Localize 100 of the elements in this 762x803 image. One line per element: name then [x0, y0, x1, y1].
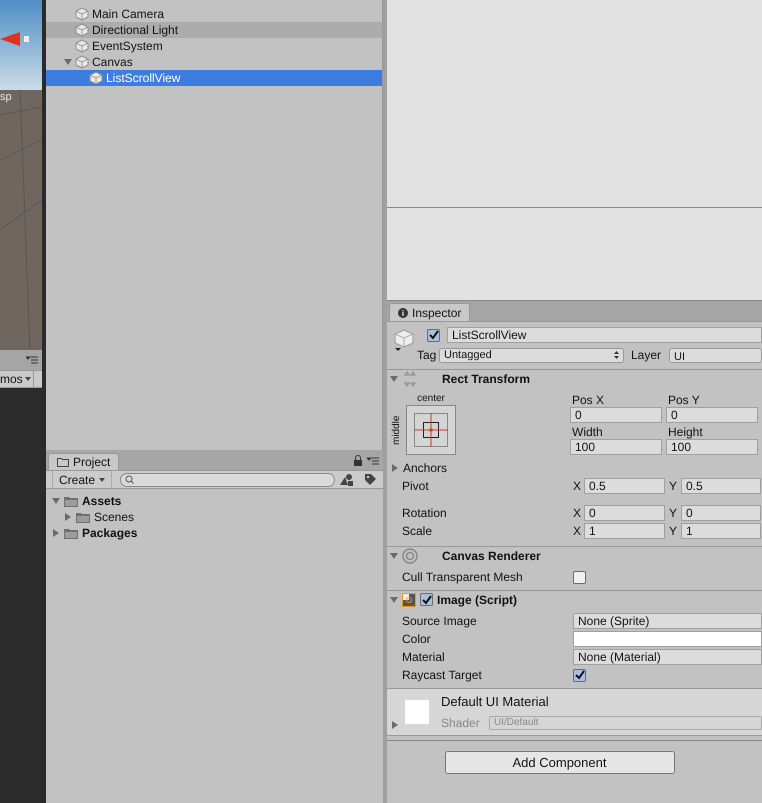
number-field[interactable]: 0: [681, 505, 761, 521]
field-label: Height: [667, 424, 704, 439]
lock-icon[interactable]: [353, 455, 363, 466]
number-field[interactable]: 0.5: [681, 478, 761, 494]
tag-dropdown[interactable]: Untagged: [439, 348, 624, 362]
property-label: Raycast Target: [402, 667, 483, 684]
color-field[interactable]: [573, 631, 762, 647]
property-label: Scale: [402, 523, 434, 540]
property-label: Material: [402, 649, 446, 666]
axis-label: X: [573, 523, 582, 540]
cube-icon: [393, 328, 415, 352]
checkbox[interactable]: [573, 570, 586, 584]
number-field[interactable]: 0: [570, 407, 662, 423]
hierarchy-item[interactable]: Main Camera: [46, 6, 382, 22]
hierarchy-item[interactable]: ListScrollView: [46, 70, 382, 86]
property-label: Source Image: [402, 613, 478, 630]
axis-label: Y: [669, 478, 678, 495]
checkbox[interactable]: [420, 593, 433, 606]
anchor-vertical-label: middle: [390, 414, 403, 447]
number-field[interactable]: 0: [666, 407, 758, 423]
expanded-arrow-icon[interactable]: [390, 596, 398, 604]
number-field[interactable]: 1: [681, 523, 761, 539]
component-title: Rect Transform: [442, 370, 530, 388]
caret-icon: [24, 377, 31, 381]
axis-label: Y: [669, 505, 678, 522]
tag-label: Tag: [417, 347, 438, 364]
up-down-arrows-icon: [614, 351, 619, 359]
property-label: Color: [402, 631, 432, 648]
number-field[interactable]: 1: [584, 523, 665, 539]
cube-icon: [75, 23, 89, 37]
expanded-arrow-icon[interactable]: [390, 552, 398, 560]
collapsed-arrow-icon[interactable]: [52, 529, 60, 537]
tag-icon[interactable]: [364, 473, 377, 486]
folder-label[interactable]: Assets: [82, 492, 122, 510]
target-icon: [402, 548, 418, 564]
number-field[interactable]: 100: [666, 439, 758, 455]
create-button[interactable]: Create: [52, 471, 112, 488]
layer-dropdown[interactable]: UI: [669, 348, 762, 362]
scene-label: sp: [0, 91, 12, 103]
checkbox[interactable]: [573, 668, 586, 682]
component-header[interactable]: Rect Transform: [387, 369, 762, 387]
checkbox[interactable]: [427, 328, 440, 342]
expanded-arrow-icon[interactable]: [390, 374, 398, 382]
hierarchy-item[interactable]: EventSystem: [46, 38, 382, 54]
component-header[interactable]: Canvas Renderer: [387, 546, 762, 564]
menu-icon[interactable]: [26, 356, 38, 364]
cube-icon: [89, 71, 103, 85]
axis-label: X: [573, 505, 582, 522]
number-field[interactable]: 100: [570, 439, 662, 455]
menu-icon[interactable]: [367, 457, 379, 465]
cube-icon: [75, 55, 89, 69]
collapsed-arrow-icon[interactable]: [391, 464, 399, 472]
property-label: Pivot: [402, 478, 430, 495]
folder-label[interactable]: Scenes: [94, 508, 134, 526]
filter-type-icon[interactable]: [340, 474, 354, 486]
axis-label: Y: [669, 523, 678, 540]
cube-icon: [75, 39, 89, 53]
material-swatch: [405, 700, 429, 724]
field-label: Pos Y: [667, 392, 701, 407]
number-field[interactable]: 0.5: [584, 478, 665, 494]
anchor-horizontal-label: center: [417, 392, 445, 405]
expanded-arrow-icon[interactable]: [64, 58, 72, 66]
cube-icon: [75, 7, 89, 21]
property-label: Cull Transparent Mesh: [402, 569, 524, 586]
anchors-foldout[interactable]: Anchors: [403, 459, 448, 477]
number-field[interactable]: 0: [584, 505, 665, 521]
image-component-icon: [402, 592, 416, 606]
collapsed-arrow-icon[interactable]: [64, 513, 72, 521]
field-label: Width: [571, 424, 604, 439]
search-icon: [125, 475, 134, 484]
rect-transform-icon: [402, 370, 418, 386]
project-tab[interactable]: Project: [48, 453, 120, 470]
shader-label: Shader: [441, 714, 481, 732]
folder-icon: [63, 526, 79, 540]
object-field[interactable]: None (Material): [573, 649, 762, 665]
info-icon: [398, 308, 408, 318]
caret-icon: [99, 478, 106, 482]
hierarchy-item[interactable]: Directional Light: [46, 22, 382, 38]
object-field[interactable]: None (Sprite): [573, 613, 762, 629]
property-label: Rotation: [402, 505, 448, 522]
field-label: Pos X: [571, 392, 606, 407]
axis-label: X: [573, 478, 582, 495]
hierarchy-item[interactable]: Canvas: [46, 54, 382, 70]
folder-icon: [75, 510, 91, 524]
component-header[interactable]: Image (Script): [387, 590, 762, 608]
folder-label[interactable]: Packages: [82, 524, 138, 542]
folder-icon: [57, 457, 69, 467]
collapsed-arrow-icon[interactable]: [391, 721, 399, 729]
search-field[interactable]: [120, 472, 336, 486]
component-title: Image (Script): [437, 592, 518, 608]
expanded-arrow-icon[interactable]: [52, 497, 60, 505]
material-preview[interactable]: Default UI Material Shader UI/Default: [387, 688, 762, 736]
component-title: Canvas Renderer: [442, 548, 541, 564]
layer-label: Layer: [631, 347, 662, 364]
inspector-tab[interactable]: Inspector: [389, 303, 470, 321]
anchor-preset-icon[interactable]: [406, 405, 456, 455]
folder-icon: [63, 494, 79, 508]
add-component-button[interactable]: Add Component: [444, 751, 674, 774]
name-field[interactable]: ListScrollView: [447, 327, 762, 343]
material-name: Default UI Material: [441, 693, 550, 712]
